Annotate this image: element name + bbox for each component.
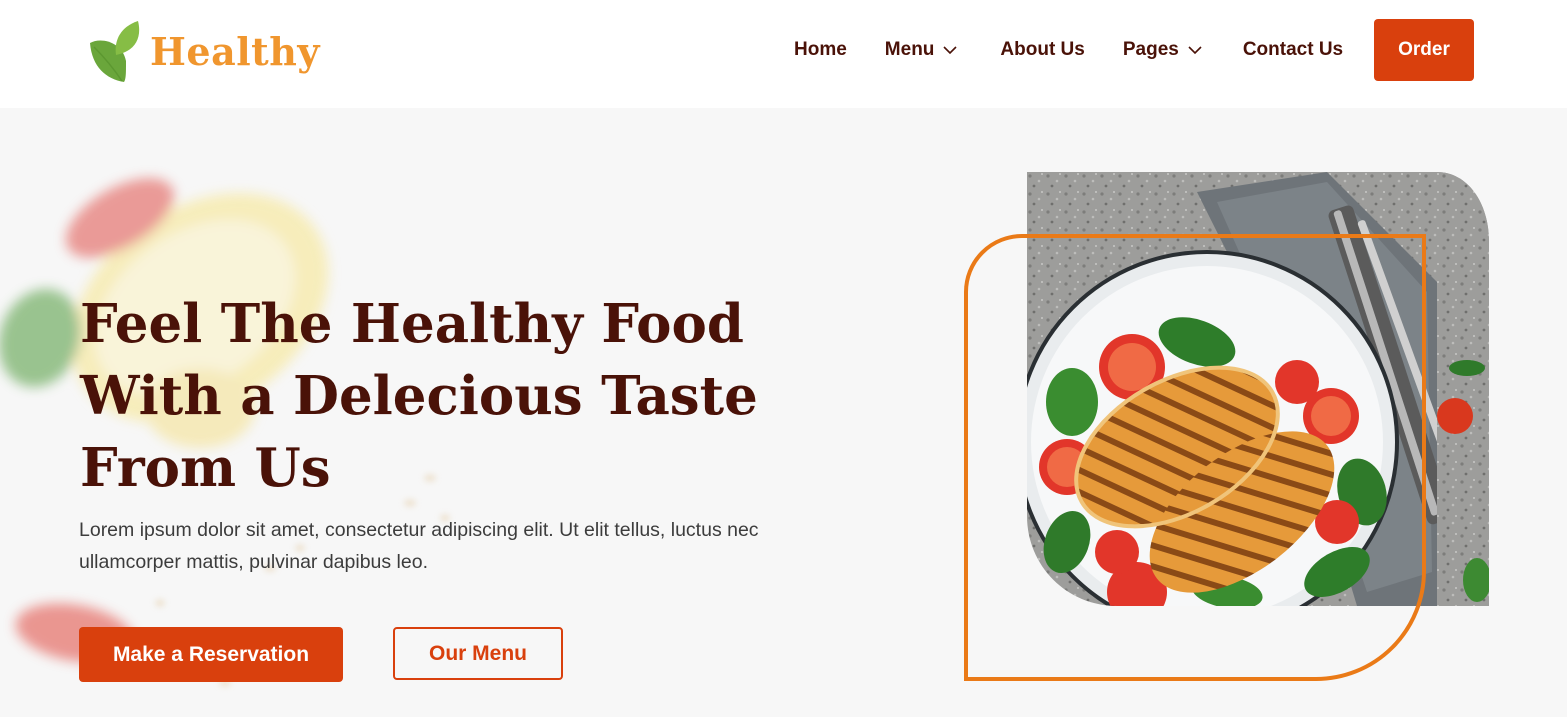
nav-item-menu[interactable]: Menu	[885, 39, 959, 61]
logo-text: Healthy	[150, 28, 320, 74]
hero-title-line: Feel The Healthy Food	[80, 293, 744, 355]
hero-title-line: From Us	[80, 437, 331, 499]
logo[interactable]: Healthy	[86, 18, 320, 84]
main-nav: Home Menu About Us Pages Contact Us	[794, 18, 1343, 82]
nav-item-about-us[interactable]: About Us	[1000, 39, 1084, 61]
nav-item-pages[interactable]: Pages	[1123, 39, 1203, 61]
nav-item-label: Menu	[884, 39, 935, 60]
make-reservation-button[interactable]: Make a Reservation	[79, 627, 343, 682]
order-button[interactable]: Order	[1374, 19, 1474, 81]
chevron-down-icon	[943, 46, 957, 55]
nav-item-label: Home	[794, 39, 847, 60]
site-header: Healthy Home Menu About Us Pages Contact…	[0, 0, 1567, 108]
hero-food-image	[1027, 172, 1489, 606]
our-menu-button[interactable]: Our Menu	[393, 627, 563, 680]
nav-item-label: Pages	[1122, 39, 1179, 60]
hero-title-line: With a Delecious Taste	[80, 365, 758, 427]
leaf-icon	[90, 21, 140, 82]
hero-title: Feel The Healthy Food With a Delecious T…	[80, 288, 800, 504]
nav-item-label: Contact Us	[1242, 39, 1344, 60]
hero-description: Lorem ipsum dolor sit amet, consectetur …	[79, 519, 759, 573]
hero-section: Feel The Healthy Food With a Delecious T…	[0, 108, 1567, 717]
nav-item-contact-us[interactable]: Contact Us	[1243, 39, 1343, 61]
nav-item-home[interactable]: Home	[794, 39, 847, 61]
nav-item-label: About Us	[1000, 39, 1085, 60]
chevron-down-icon	[1188, 46, 1202, 55]
